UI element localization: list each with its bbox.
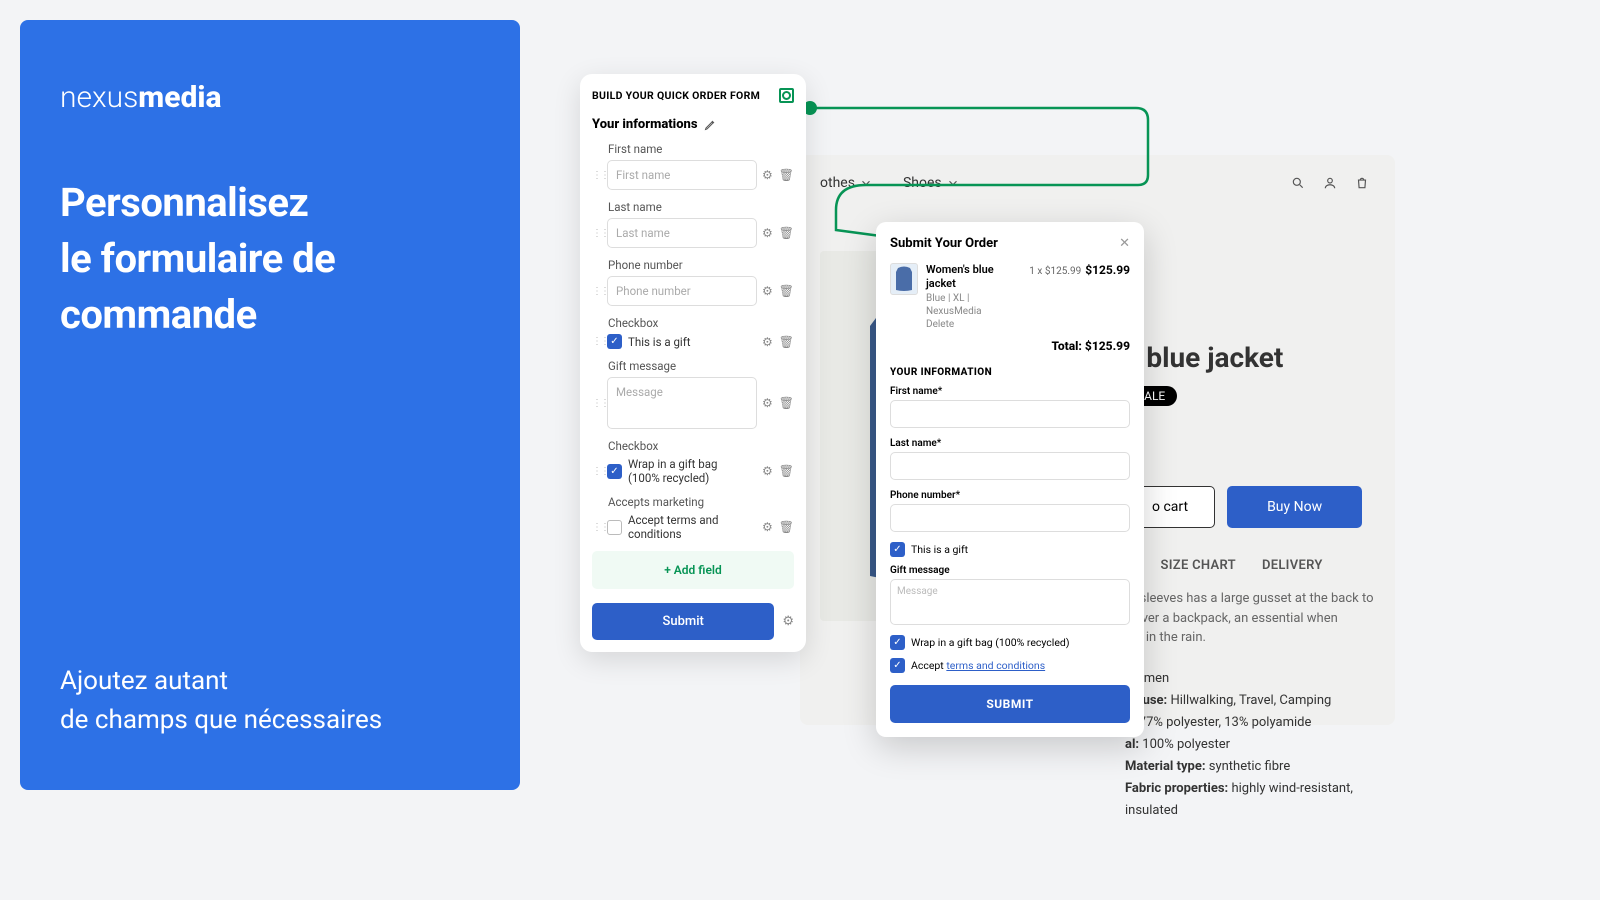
breadcrumb: ing bbox=[1125, 321, 1375, 335]
close-icon[interactable]: ✕ bbox=[1119, 236, 1130, 251]
builder-header: BUILD YOUR QUICK ORDER FORM bbox=[592, 89, 760, 102]
modal-wrap-checkbox: ✓Wrap in a gift bag (100% recycled) bbox=[890, 635, 1130, 650]
first-name-input[interactable]: First name bbox=[607, 160, 757, 190]
tab-size-chart[interactable]: SIZE CHART bbox=[1161, 558, 1236, 573]
field-phone: Phone number ⋮⋮ Phone number ⚙🗑 bbox=[592, 258, 794, 306]
item-delete-link[interactable]: Delete bbox=[926, 318, 1021, 331]
checkbox-checked-icon[interactable]: ✓ bbox=[890, 635, 905, 650]
gear-icon[interactable]: ⚙ bbox=[762, 284, 773, 298]
form-builder-panel: BUILD YOUR QUICK ORDER FORM Your informa… bbox=[580, 74, 806, 652]
trash-icon[interactable]: 🗑 bbox=[779, 464, 794, 478]
marketing-card: nexusmedia Personnalisez le formulaire d… bbox=[20, 20, 520, 790]
builder-submit-button[interactable]: Submit bbox=[592, 603, 774, 640]
settings-icon[interactable]: ⚙ bbox=[782, 614, 794, 629]
modal-title: Submit Your Order bbox=[890, 236, 998, 251]
order-total: Total: $125.99 bbox=[890, 339, 1130, 353]
product-title: s blue jacket bbox=[1125, 341, 1375, 374]
phone-input[interactable]: Phone number bbox=[607, 276, 757, 306]
nav-clothes[interactable]: othes bbox=[820, 175, 873, 191]
drag-handle-icon[interactable]: ⋮⋮ bbox=[592, 339, 602, 344]
cart-item: Women's blue jacket Blue | XL | NexusMed… bbox=[890, 263, 1130, 331]
modal-submit-button[interactable]: SUBMIT bbox=[890, 685, 1130, 723]
edit-icon[interactable] bbox=[704, 119, 716, 131]
item-price: 1 x $125.99$125.99 bbox=[1029, 263, 1130, 277]
field-gift-message: Gift message ⋮⋮ Message ⚙🗑 bbox=[592, 359, 794, 429]
product-description: th sleeves has a large gusset at the bac… bbox=[1125, 589, 1375, 648]
field-last-name: Last name ⋮⋮ Last name ⚙🗑 bbox=[592, 200, 794, 248]
nav-shoes[interactable]: Shoes bbox=[903, 175, 960, 191]
submit-order-modal: Submit Your Order ✕ Women's blue jacket … bbox=[876, 222, 1144, 737]
chevron-down-icon bbox=[859, 176, 873, 190]
drag-handle-icon[interactable]: ⋮⋮ bbox=[592, 525, 602, 530]
checkbox-checked-icon[interactable]: ✓ bbox=[607, 334, 622, 349]
trash-icon[interactable]: 🗑 bbox=[779, 520, 794, 534]
modal-phone-input[interactable] bbox=[890, 504, 1130, 532]
terms-link[interactable]: terms and conditions bbox=[946, 659, 1045, 672]
gift-message-input[interactable]: Message bbox=[607, 377, 757, 429]
item-thumbnail bbox=[890, 263, 918, 295]
user-icon[interactable] bbox=[1323, 176, 1337, 190]
gear-icon[interactable]: ⚙ bbox=[762, 396, 773, 410]
brand-light: nexus bbox=[60, 80, 138, 115]
trash-icon[interactable]: 🗑 bbox=[779, 284, 794, 298]
checkbox-checked-icon[interactable]: ✓ bbox=[890, 542, 905, 557]
target-icon[interactable] bbox=[779, 88, 794, 103]
trash-icon[interactable]: 🗑 bbox=[779, 335, 794, 349]
checkbox-checked-icon[interactable]: ✓ bbox=[890, 658, 905, 673]
buy-now-button[interactable]: Buy Now bbox=[1227, 486, 1362, 528]
brand-logo: nexusmedia bbox=[60, 80, 480, 115]
gear-icon[interactable]: ⚙ bbox=[762, 335, 773, 349]
modal-gift-checkbox: ✓This is a gift bbox=[890, 542, 1130, 557]
modal-first-name-input[interactable] bbox=[890, 400, 1130, 428]
gear-icon[interactable]: ⚙ bbox=[762, 168, 773, 182]
last-name-input[interactable]: Last name bbox=[607, 218, 757, 248]
item-variant: Blue | XL | NexusMedia bbox=[926, 292, 1021, 318]
drag-handle-icon[interactable]: ⋮⋮ bbox=[592, 469, 602, 474]
field-wrap-checkbox: Checkbox ⋮⋮ ✓Wrap in a gift bag(100% rec… bbox=[592, 439, 794, 485]
hero-heading: Personnalisez le formulaire de commande bbox=[60, 175, 480, 343]
field-accept-terms: Accepts marketing ⋮⋮ Accept terms andcon… bbox=[592, 495, 794, 541]
section-title: Your informations bbox=[592, 117, 794, 132]
drag-handle-icon[interactable]: ⋮⋮ bbox=[592, 401, 602, 406]
checkbox-empty-icon[interactable] bbox=[607, 520, 622, 535]
drag-handle-icon[interactable]: ⋮⋮ bbox=[592, 289, 602, 294]
modal-section-header: YOUR INFORMATION bbox=[890, 367, 1130, 378]
drag-handle-icon[interactable]: ⋮⋮ bbox=[592, 173, 602, 178]
field-first-name: First name ⋮⋮ First name ⚙🗑 bbox=[592, 142, 794, 190]
item-name: Women's blue jacket bbox=[926, 263, 1021, 292]
spec-list: Women ed use: Hillwalking, Travel, Campi… bbox=[1125, 668, 1375, 823]
modal-terms-checkbox: ✓Accept terms and conditions bbox=[890, 658, 1130, 673]
field-gift-checkbox: Checkbox ⋮⋮ ✓This is a gift ⚙🗑 bbox=[592, 316, 794, 349]
modal-gift-message-input[interactable]: Message bbox=[890, 579, 1130, 625]
gear-icon[interactable]: ⚙ bbox=[762, 464, 773, 478]
trash-icon[interactable]: 🗑 bbox=[779, 168, 794, 182]
search-icon[interactable] bbox=[1291, 176, 1305, 190]
bag-icon[interactable] bbox=[1355, 176, 1369, 190]
gear-icon[interactable]: ⚙ bbox=[762, 520, 773, 534]
tab-delivery[interactable]: DELIVERY bbox=[1262, 558, 1323, 573]
trash-icon[interactable]: 🗑 bbox=[779, 226, 794, 240]
modal-last-name-input[interactable] bbox=[890, 452, 1130, 480]
brand-bold: media bbox=[138, 80, 221, 115]
chevron-down-icon bbox=[946, 176, 960, 190]
checkbox-checked-icon[interactable]: ✓ bbox=[607, 464, 622, 479]
hero-subtext: Ajoutez autant de champs que nécessaires bbox=[60, 662, 480, 740]
add-field-button[interactable]: + Add field bbox=[592, 551, 794, 589]
trash-icon[interactable]: 🗑 bbox=[779, 396, 794, 410]
drag-handle-icon[interactable]: ⋮⋮ bbox=[592, 231, 602, 236]
gear-icon[interactable]: ⚙ bbox=[762, 226, 773, 240]
